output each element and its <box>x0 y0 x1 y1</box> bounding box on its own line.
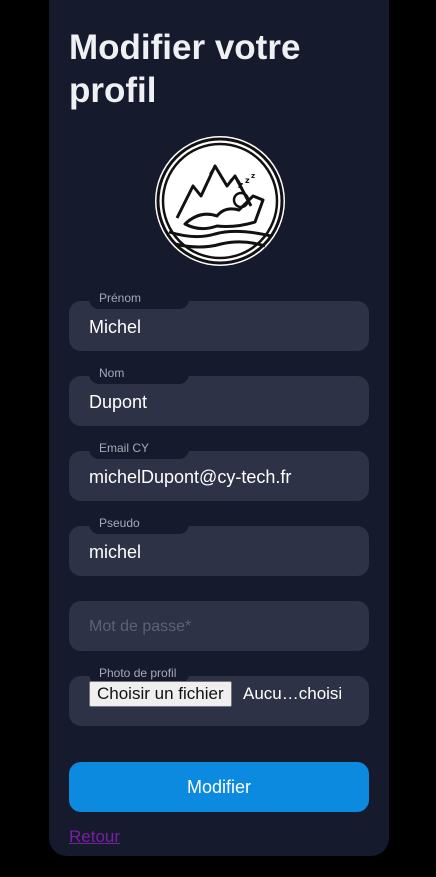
password-field[interactable]: Mot de passe* <box>69 601 369 651</box>
page-title: Modifier votre profil <box>69 28 301 110</box>
submit-button[interactable]: Modifier <box>69 762 369 812</box>
firstname-value[interactable]: Michel <box>89 301 359 351</box>
svg-text:z: z <box>238 181 243 191</box>
file-status-text: Aucu…choisi <box>243 684 343 703</box>
email-value[interactable]: michelDupont@cy-tech.fr <box>89 451 359 501</box>
firstname-field[interactable]: Prénom Michel <box>69 288 369 351</box>
pseudo-value[interactable]: michel <box>89 526 359 576</box>
lastname-value[interactable]: Dupont <box>89 376 359 426</box>
password-placeholder[interactable]: Mot de passe* <box>89 601 359 651</box>
choose-file-button[interactable]: Choisir un fichier <box>89 681 232 707</box>
back-link[interactable]: Retour <box>69 827 120 847</box>
sleeping-person-mountains-icon: z z z <box>156 137 284 265</box>
email-field[interactable]: Email CY michelDupont@cy-tech.fr <box>69 438 369 501</box>
lastname-field[interactable]: Nom Dupont <box>69 363 369 426</box>
photo-field[interactable]: Photo de profil Choisir un fichier Aucu…… <box>69 663 369 726</box>
pseudo-field[interactable]: Pseudo michel <box>69 513 369 576</box>
profile-card: Modifier votre profil z z z Prénom Miche… <box>49 0 389 856</box>
profile-avatar: z z z <box>155 136 285 266</box>
svg-text:z: z <box>245 176 250 185</box>
svg-text:z: z <box>251 172 255 180</box>
